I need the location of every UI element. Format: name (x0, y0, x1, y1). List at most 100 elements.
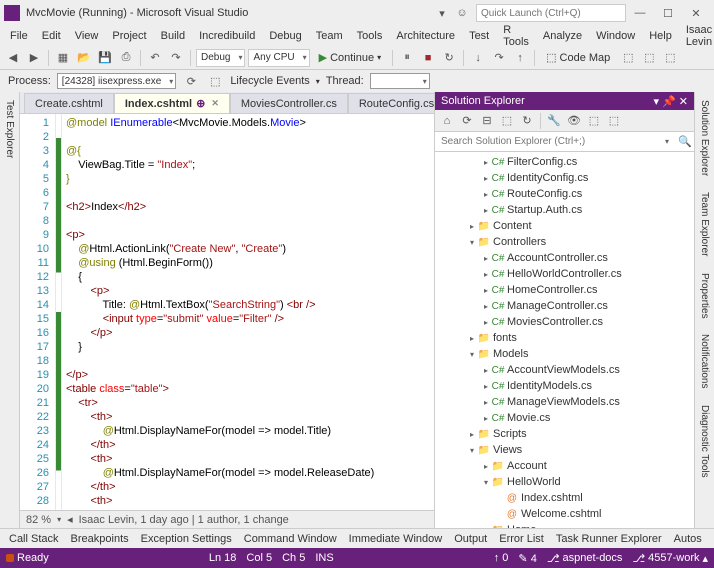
menu-architecture[interactable]: Architecture (390, 28, 461, 44)
code-editor[interactable]: 1234567891011121314151617181920212223242… (20, 114, 434, 510)
tree-item[interactable]: ▸C#HomeController.cs (435, 282, 694, 298)
tree-item[interactable]: ▸C#AccountController.cs (435, 250, 694, 266)
toolbar-icon-3[interactable]: ⬚ (661, 49, 679, 67)
save-icon[interactable]: 💾 (96, 49, 114, 67)
menu-edit[interactable]: Edit (36, 28, 67, 44)
feedback-icon[interactable]: ☺ (454, 5, 470, 21)
menu-analyze[interactable]: Analyze (537, 28, 588, 44)
file-tab[interactable]: Create.cshtml (24, 93, 114, 113)
step-into-icon[interactable]: ↓ (469, 49, 487, 67)
menu-window[interactable]: Window (590, 28, 641, 44)
panel-titlebar[interactable]: Solution Explorer ▾ 📌 ✕ (435, 92, 694, 110)
tree-item[interactable]: ▸📁Account (435, 458, 694, 474)
tree-item[interactable]: ▸C#ManageViewModels.cs (435, 394, 694, 410)
tree-item[interactable]: ▸C#HelloWorldController.cs (435, 266, 694, 282)
save-all-icon[interactable]: ⎙ (117, 49, 135, 67)
maximize-button[interactable]: ☐ (654, 3, 682, 23)
rail-notifications[interactable]: Notifications (697, 330, 712, 392)
toolbar-icon-2[interactable]: ⬚ (640, 49, 658, 67)
file-tab[interactable]: MoviesController.cs (230, 93, 348, 113)
menu-build[interactable]: Build (155, 28, 191, 44)
toolbar-icon-1[interactable]: ⬚ (619, 49, 637, 67)
step-out-icon[interactable]: ↑ (511, 49, 529, 67)
bottom-tab[interactable]: Task Runner Explorer (551, 531, 667, 547)
menu-team[interactable]: Team (310, 28, 349, 44)
bottom-tab[interactable]: Output (449, 531, 492, 547)
status-changes-icon[interactable]: ✎ 4 (518, 552, 536, 565)
tree-item[interactable]: @Index.cshtml (435, 490, 694, 506)
redo-icon[interactable]: ↷ (167, 49, 185, 67)
menu-view[interactable]: View (69, 28, 105, 44)
solution-tree[interactable]: ▸C#FilterConfig.cs▸C#IdentityConfig.cs▸C… (435, 152, 694, 528)
menu-project[interactable]: Project (106, 28, 152, 44)
rail-team-explorer[interactable]: Team Explorer (697, 188, 712, 260)
minimize-button[interactable]: — (626, 3, 654, 23)
status-repo[interactable]: ⎇ aspnet-docs (547, 552, 623, 565)
bottom-tab[interactable]: Locals (709, 531, 714, 547)
notifications-icon[interactable]: ▾ (434, 5, 450, 21)
solution-search-input[interactable] (435, 133, 658, 151)
panel-pin-icon[interactable]: 📌 (662, 95, 676, 108)
tree-item[interactable]: ▸C#FilterConfig.cs (435, 154, 694, 170)
tree-item[interactable]: ▾📁HelloWorld (435, 474, 694, 490)
menu-tools[interactable]: Tools (351, 28, 389, 44)
file-tab[interactable]: Index.cshtml ⊕ ✕ (114, 93, 230, 113)
test-explorer-tab[interactable]: Test Explorer (2, 96, 17, 162)
bottom-tab[interactable]: Exception Settings (136, 531, 237, 547)
codelens-info[interactable]: Isaac Levin, 1 day ago | 1 author, 1 cha… (79, 514, 289, 526)
tree-item[interactable]: ▾📁Views (435, 442, 694, 458)
tree-item[interactable]: ▸C#RouteConfig.cs (435, 186, 694, 202)
rail-diagnostics[interactable]: Diagnostic Tools (697, 401, 712, 482)
panel-dropdown-icon[interactable]: ▾ (654, 95, 660, 108)
tree-item[interactable]: @Welcome.cshtml (435, 506, 694, 522)
refresh-icon[interactable]: ↻ (518, 112, 536, 130)
tree-item[interactable]: ▸C#Startup.Auth.cs (435, 202, 694, 218)
bottom-tab[interactable]: Autos (669, 531, 707, 547)
panel-close-icon[interactable]: ✕ (679, 95, 688, 108)
thread-dropdown[interactable] (370, 73, 430, 89)
new-project-icon[interactable]: ▦ (54, 49, 72, 67)
zoom-level[interactable]: 82 % (26, 514, 51, 526)
tree-item[interactable]: ▾📁Models (435, 346, 694, 362)
close-button[interactable]: ✕ (682, 3, 710, 23)
menu-debug[interactable]: Debug (263, 28, 307, 44)
continue-button[interactable]: ▶Continue▾ (313, 49, 388, 67)
tree-item[interactable]: ▸📁Content (435, 218, 694, 234)
search-icon[interactable]: 🔍 (676, 133, 694, 151)
bottom-tab[interactable]: Error List (494, 531, 549, 547)
step-over-icon[interactable]: ↷ (490, 49, 508, 67)
status-push-icon[interactable]: ↑ 0 (494, 552, 509, 564)
tree-item[interactable]: ▸C#IdentityConfig.cs (435, 170, 694, 186)
show-all-icon[interactable]: ⬚ (498, 112, 516, 130)
menu-file[interactable]: File (4, 28, 34, 44)
tree-item[interactable]: ▸C#Movie.cs (435, 410, 694, 426)
menu-help[interactable]: Help (643, 28, 678, 44)
undo-icon[interactable]: ↶ (146, 49, 164, 67)
bottom-tab[interactable]: Call Stack (4, 531, 64, 547)
config-dropdown[interactable]: Debug (196, 49, 245, 67)
collapse-icon[interactable]: ⊟ (478, 112, 496, 130)
codemap-button[interactable]: ⬚Code Map (540, 49, 616, 67)
code-content[interactable]: @model IEnumerable<MvcMovie.Models.Movie… (62, 114, 434, 510)
tree-item[interactable]: ▸C#AccountViewModels.cs (435, 362, 694, 378)
bottom-tab[interactable]: Breakpoints (66, 531, 134, 547)
nav-fwd-icon[interactable]: ▶ (25, 49, 43, 67)
quick-launch-input[interactable] (476, 4, 626, 22)
rail-properties[interactable]: Properties (697, 269, 712, 323)
open-icon[interactable]: 📂 (75, 49, 93, 67)
tree-item[interactable]: ▸📁fonts (435, 330, 694, 346)
tree-item[interactable]: ▸C#ManageController.cs (435, 298, 694, 314)
stop-icon[interactable]: ■ (419, 49, 437, 67)
process-dropdown[interactable]: [24328] iisexpress.exe (57, 73, 177, 89)
preview-icon[interactable]: 👁 (565, 112, 583, 130)
menu-incredibuild[interactable]: Incredibuild (193, 28, 261, 44)
tool-icon-1[interactable]: ⬚ (585, 112, 603, 130)
tree-item[interactable]: ▸C#IdentityModels.cs (435, 378, 694, 394)
tree-item[interactable]: ▸📁Scripts (435, 426, 694, 442)
tree-item[interactable]: ▾📁Controllers (435, 234, 694, 250)
tree-item[interactable]: ▸C#MoviesController.cs (435, 314, 694, 330)
nav-back-icon[interactable]: ◀ (4, 49, 22, 67)
restart-icon[interactable]: ↻ (440, 49, 458, 67)
bottom-tab[interactable]: Command Window (239, 531, 342, 547)
menu-test[interactable]: Test (463, 28, 495, 44)
